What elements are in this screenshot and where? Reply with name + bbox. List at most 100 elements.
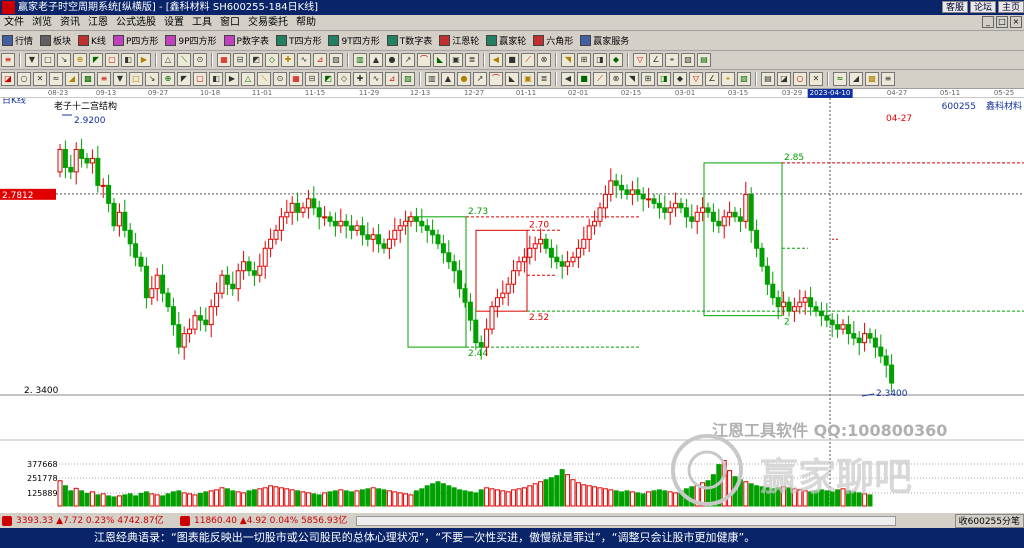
tick-detail-button[interactable]: 收600255分笔	[954, 514, 1024, 528]
indicator-tool-34-icon[interactable]: ◀	[561, 72, 575, 86]
indicator-tool-24-icon[interactable]: ⊿	[385, 72, 399, 86]
draw-tool-15-icon[interactable]: ◇	[265, 53, 279, 67]
toolbar-button-5[interactable]: P数字表	[222, 33, 271, 49]
menu-settings[interactable]: 设置	[160, 16, 188, 30]
sh-index-quote[interactable]: 3393.33 ▲7.72 0.23% 4742.87亿	[16, 514, 164, 528]
toolbar-button-3[interactable]: P四方形	[111, 33, 160, 49]
indicator-tool-35-icon[interactable]: ■	[577, 72, 591, 86]
indicator-tool-22-icon[interactable]: ✚	[353, 72, 367, 86]
menu-news[interactable]: 资讯	[56, 16, 84, 30]
indicator-tool-49-icon[interactable]: ✕	[809, 72, 823, 86]
indicator-tool-46-icon[interactable]: ▤	[761, 72, 775, 86]
indicator-tool-7-icon[interactable]: ▼	[113, 72, 127, 86]
indicator-tool-21-icon[interactable]: ◇	[337, 72, 351, 86]
draw-tool-40-icon[interactable]: ▤	[697, 53, 711, 67]
toolbar-button-4[interactable]: 9P四方形	[163, 33, 218, 49]
draw-tool-34-icon[interactable]: ◨	[593, 53, 607, 67]
draw-tool-21-icon[interactable]: ▲	[369, 53, 383, 67]
draw-tool-35-icon[interactable]: ◆	[609, 53, 623, 67]
menu-browse[interactable]: 浏览	[28, 16, 56, 30]
draw-tool-22-icon[interactable]: ●	[385, 53, 399, 67]
draw-tool-30-icon[interactable]: ⟋	[521, 53, 535, 67]
draw-tool-24-icon[interactable]: ⌒	[417, 53, 431, 67]
menu-tools[interactable]: 工具	[188, 16, 216, 30]
indicator-tool-17-icon[interactable]: ⊙	[273, 72, 287, 86]
indicator-tool-19-icon[interactable]: ⊟	[305, 72, 319, 86]
indicator-tool-11-icon[interactable]: ◤	[177, 72, 191, 86]
indicator-tool-15-icon[interactable]: △	[241, 72, 255, 86]
draw-tool-37-icon[interactable]: ∠	[649, 53, 663, 67]
indicator-tool-29-icon[interactable]: ↗	[473, 72, 487, 86]
indicator-tool-53-icon[interactable]: ≡	[881, 72, 895, 86]
draw-tool-13-icon[interactable]: ⊟	[233, 53, 247, 67]
draw-tool-9-icon[interactable]: △	[161, 53, 175, 67]
indicator-tool-37-icon[interactable]: ⊗	[609, 72, 623, 86]
indicator-tool-28-icon[interactable]: ●	[457, 72, 471, 86]
minimize-button[interactable]: _	[982, 16, 994, 28]
draw-tool-17-icon[interactable]: ∿	[297, 53, 311, 67]
toolbar-button-9[interactable]: 江恩轮	[437, 33, 481, 49]
draw-tool-4-icon[interactable]: ⊕	[73, 53, 87, 67]
indicator-tool-16-icon[interactable]: ⟍	[257, 72, 271, 86]
toolbar-button-8[interactable]: T数字表	[385, 33, 435, 49]
indicator-tool-40-icon[interactable]: ◨	[657, 72, 671, 86]
indicator-tool-26-icon[interactable]: ▥	[425, 72, 439, 86]
draw-tool-10-icon[interactable]: ⟍	[177, 53, 191, 67]
indicator-tool-39-icon[interactable]: ⊞	[641, 72, 655, 86]
draw-tool-5-icon[interactable]: ◤	[89, 53, 103, 67]
draw-tool-29-icon[interactable]: ■	[505, 53, 519, 67]
toolbar-button-12[interactable]: 赢家服务	[578, 33, 631, 49]
draw-tool-26-icon[interactable]: ▣	[449, 53, 463, 67]
draw-tool-6-icon[interactable]: ▢	[105, 53, 119, 67]
menu-formula[interactable]: 公式选股	[112, 16, 160, 30]
menu-help[interactable]: 帮助	[292, 16, 320, 30]
indicator-tool-27-icon[interactable]: ▲	[441, 72, 455, 86]
toolbar-button-10[interactable]: 赢家轮	[484, 33, 528, 49]
draw-tool-0-icon[interactable]: ≡	[1, 53, 15, 67]
indicator-tool-48-icon[interactable]: ○	[793, 72, 807, 86]
home-link[interactable]: 主页	[997, 1, 1024, 13]
indicator-tool-33-icon[interactable]: ≣	[537, 72, 551, 86]
indicator-tool-41-icon[interactable]: ◆	[673, 72, 687, 86]
draw-tool-2-icon[interactable]: □	[41, 53, 55, 67]
indicator-tool-1-icon[interactable]: ○	[17, 72, 31, 86]
draw-tool-18-icon[interactable]: ⊿	[313, 53, 327, 67]
indicator-tool-52-icon[interactable]: ▩	[865, 72, 879, 86]
close-button[interactable]: ×	[1010, 16, 1022, 28]
horizontal-scrollbar[interactable]	[356, 516, 896, 526]
indicator-tool-36-icon[interactable]: ⟋	[593, 72, 607, 86]
draw-tool-31-icon[interactable]: ⊗	[537, 53, 551, 67]
menu-file[interactable]: 文件	[0, 16, 28, 30]
indicator-tool-30-icon[interactable]: ⌒	[489, 72, 503, 86]
indicator-tool-42-icon[interactable]: ▽	[689, 72, 703, 86]
indicator-tool-43-icon[interactable]: ∠	[705, 72, 719, 86]
draw-tool-27-icon[interactable]: ≣	[465, 53, 479, 67]
draw-tool-12-icon[interactable]: ▦	[217, 53, 231, 67]
indicator-tool-38-icon[interactable]: ◥	[625, 72, 639, 86]
indicator-tool-51-icon[interactable]: ◢	[849, 72, 863, 86]
forum-link[interactable]: 论坛	[969, 1, 996, 13]
service-link[interactable]: 客服	[941, 1, 968, 13]
draw-tool-32-icon[interactable]: ◥	[561, 53, 575, 67]
indicator-tool-47-icon[interactable]: ◪	[777, 72, 791, 86]
indicator-tool-25-icon[interactable]: ▨	[401, 72, 415, 86]
draw-tool-33-icon[interactable]: ⊞	[577, 53, 591, 67]
indicator-tool-0-icon[interactable]: ◪	[1, 72, 15, 86]
toolbar-button-11[interactable]: 六角形	[531, 33, 575, 49]
toolbar-button-6[interactable]: T四方形	[274, 33, 324, 49]
draw-tool-8-icon[interactable]: ▶	[137, 53, 151, 67]
indicator-tool-44-icon[interactable]: ⌖	[721, 72, 735, 86]
indicator-tool-45-icon[interactable]: ▧	[737, 72, 751, 86]
indicator-tool-6-icon[interactable]: ≡	[97, 72, 111, 86]
draw-tool-20-icon[interactable]: ▥	[353, 53, 367, 67]
draw-tool-19-icon[interactable]: ▨	[329, 53, 343, 67]
indicator-tool-5-icon[interactable]: ▩	[81, 72, 95, 86]
indicator-tool-3-icon[interactable]: ≈	[49, 72, 63, 86]
indicator-tool-31-icon[interactable]: ◣	[505, 72, 519, 86]
indicator-tool-32-icon[interactable]: ▣	[521, 72, 535, 86]
indicator-tool-10-icon[interactable]: ⊕	[161, 72, 175, 86]
indicator-tool-20-icon[interactable]: ◩	[321, 72, 335, 86]
toolbar-button-1[interactable]: 板块	[38, 33, 73, 49]
draw-tool-11-icon[interactable]: ⊙	[193, 53, 207, 67]
indicator-tool-18-icon[interactable]: ▦	[289, 72, 303, 86]
